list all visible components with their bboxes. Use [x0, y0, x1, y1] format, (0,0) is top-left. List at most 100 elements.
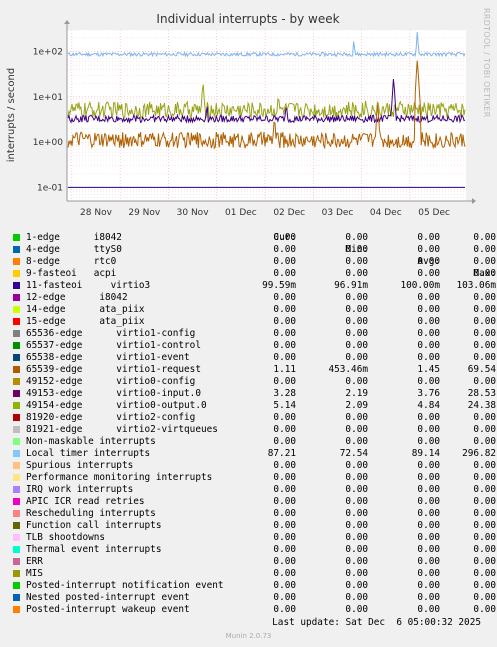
- legend-max: 69.54: [467, 364, 496, 375]
- legend-row: Posted-interrupt notification event 0.00 0…: [12, 580, 496, 592]
- legend-avg: 0.00: [417, 436, 440, 447]
- y-tick-label: 1e-01: [37, 183, 63, 193]
- legend-min: 96.91m: [334, 280, 368, 291]
- legend-max: 0.00: [473, 544, 496, 555]
- legend-swatch: [13, 342, 20, 349]
- x-axis-arrow: [472, 198, 476, 204]
- legend-min: 0.00: [345, 436, 368, 447]
- legend-min: 0.00: [345, 532, 368, 543]
- legend-cur: 0.00: [273, 340, 296, 351]
- legend-avg: 0.00: [417, 484, 440, 495]
- legend-label: 4-edge ttyS0: [26, 244, 122, 255]
- legend-min: 0.00: [345, 520, 368, 531]
- legend-row: 81921-edge virtio2-virtqueues 0.00 0.00 0.0…: [12, 424, 496, 436]
- legend-swatch: [13, 582, 20, 589]
- legend-label: Performance monitoring interrupts: [26, 472, 213, 483]
- legend-max: 0.00: [473, 316, 496, 327]
- legend-cur: 0.00: [273, 352, 296, 363]
- legend-label: Nested posted-interrupt event: [26, 592, 190, 603]
- legend-max: 0.00: [473, 292, 496, 303]
- legend-avg: 0.00: [417, 424, 440, 435]
- legend-avg: 0.00: [417, 472, 440, 483]
- legend-avg: 0.00: [417, 316, 440, 327]
- legend-cur: 0.00: [273, 604, 296, 615]
- legend-avg: 0.00: [417, 592, 440, 603]
- legend-label: 49152-edge virtio0-config: [26, 376, 196, 387]
- chart: Individual interrupts - by week interrup…: [6, 8, 491, 215]
- legend-cur: 0.00: [273, 484, 296, 495]
- legend-max: 0.00: [473, 484, 496, 495]
- footer: Munin 2.0.73: [225, 632, 272, 640]
- legend-label: APIC ICR read retries: [26, 496, 145, 507]
- legend-avg: 100.00m: [400, 280, 440, 291]
- rrdtool-credit: RRDTOOL / TOBI OETIKER: [482, 8, 491, 118]
- legend-cur: 1.11: [273, 364, 296, 375]
- x-tick-label: 01 Dec: [225, 208, 257, 215]
- legend-max: 28.53: [467, 388, 496, 399]
- legend-row: ERR 0.00 0.00 0.00 0.00: [12, 556, 496, 568]
- legend-avg: 0.00: [417, 460, 440, 471]
- legend-row: Performance monitoring interrupts 0.00 0.0…: [12, 472, 496, 484]
- legend-cur: 0.00: [273, 520, 296, 531]
- legend-cur: 3.28: [273, 388, 296, 399]
- legend-label: Rescheduling interrupts: [26, 508, 156, 519]
- legend-row: 8-edge rtc0 0.00 0.00 0.00 0.00: [12, 256, 496, 268]
- legend-cur: 87.21: [267, 448, 296, 459]
- legend-max: 0.00: [473, 604, 496, 615]
- legend-row: Spurious interrupts 0.00 0.00 0.00 0.00: [12, 460, 496, 472]
- legend-swatch: [13, 258, 20, 265]
- legend-label: Posted-interrupt notification event: [26, 580, 224, 591]
- legend-swatch: [13, 318, 20, 325]
- legend-max: 24.38: [467, 400, 496, 411]
- legend-avg: 0.00: [417, 496, 440, 507]
- x-tick-label: 03 Dec: [322, 208, 354, 215]
- legend-label: Non-maskable interrupts: [26, 436, 156, 447]
- legend-label: ERR: [26, 556, 43, 567]
- legend-row: Rescheduling interrupts 0.00 0.00 0.00 0.00: [12, 508, 496, 520]
- legend-max: 0.00: [473, 340, 496, 351]
- legend-swatch: [13, 426, 20, 433]
- legend-avg: 0.00: [417, 340, 440, 351]
- legend-max: 0.00: [473, 460, 496, 471]
- legend-swatch: [13, 522, 20, 529]
- legend-label: 11-fasteoi virtio3: [26, 280, 151, 291]
- legend-min: 0.00: [345, 340, 368, 351]
- legend-row: Function call interrupts 0.00 0.00 0.00 0.00: [12, 520, 496, 532]
- legend-label: Spurious interrupts: [26, 460, 134, 471]
- legend-label: 81920-edge virtio2-config: [26, 412, 196, 423]
- legend-min: 0.00: [345, 304, 368, 315]
- legend-row: 65536-edge virtio1-config 0.00 0.00 0.00 0.0…: [12, 328, 496, 340]
- legend-swatch: [13, 486, 20, 493]
- legend-max: 0.00: [473, 556, 496, 567]
- legend-cur: 0.00: [273, 412, 296, 423]
- legend-min: 0.00: [345, 292, 368, 303]
- legend-row: 65538-edge virtio1-event 0.00 0.00 0.00 0.00: [12, 352, 496, 364]
- x-tick-label: 29 Nov: [128, 208, 161, 215]
- legend-max: 0.00: [473, 520, 496, 531]
- legend-row: Local timer interrupts 87.21 72.54 89.14 296…: [12, 448, 496, 460]
- legend-swatch: [13, 450, 20, 457]
- legend-min: 0.00: [345, 424, 368, 435]
- legend-min: 0.00: [345, 568, 368, 579]
- legend-swatch: [13, 498, 20, 505]
- last-update: Last update: Sat Dec 6 05:00:32 2025: [272, 617, 481, 628]
- legend-min: 72.54: [339, 448, 368, 459]
- legend-max: 0.00: [473, 268, 496, 279]
- legend-swatch: [13, 306, 20, 313]
- chart-title: Individual interrupts - by week: [156, 12, 339, 26]
- legend-avg: 0.00: [417, 232, 440, 243]
- legend-min: 0.00: [345, 556, 368, 567]
- legend-max: 0.00: [473, 328, 496, 339]
- legend-avg: 0.00: [417, 292, 440, 303]
- legend-min: 2.09: [345, 400, 368, 411]
- legend-label: Posted-interrupt wakeup event: [26, 604, 190, 615]
- legend-min: 453.46m: [328, 364, 368, 375]
- legend-avg: 0.00: [417, 328, 440, 339]
- legend-row: 49154-edge virtio0-output.0 5.14 2.09 4.84 2…: [12, 400, 496, 412]
- legend-swatch: [13, 390, 20, 397]
- legend-row: Nested posted-interrupt event 0.00 0.00 0.0…: [12, 592, 496, 604]
- legend-row: 15-edge ata_piix 0.00 0.00 0.00 0.00: [12, 316, 496, 328]
- legend-min: 0.00: [345, 496, 368, 507]
- legend-min: 2.19: [345, 388, 368, 399]
- legend-max: 0.00: [473, 424, 496, 435]
